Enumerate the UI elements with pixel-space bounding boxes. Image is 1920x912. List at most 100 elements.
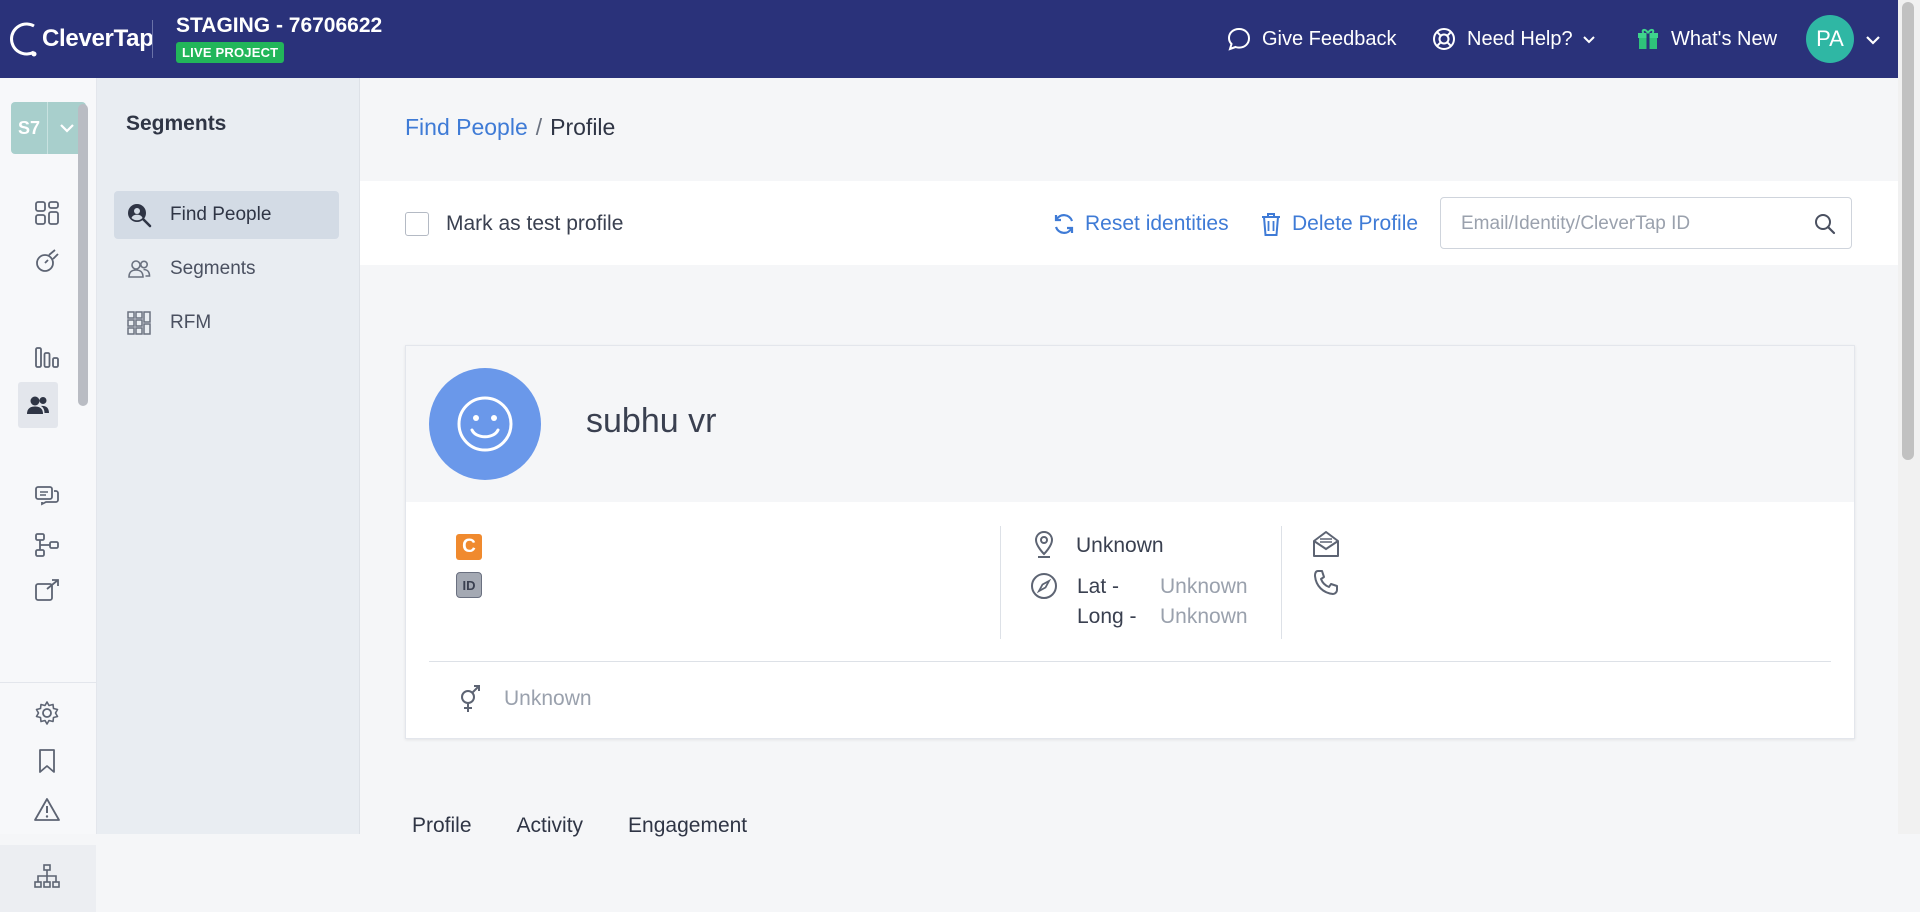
clevertap-id-badge: C (456, 534, 482, 560)
sidebar-item-label: Segments (170, 258, 256, 279)
workspace-switcher[interactable]: S7 (11, 102, 86, 154)
location-value: Unknown (1076, 534, 1164, 557)
chevron-down-icon (60, 124, 74, 133)
longitude-value: Unknown (1160, 605, 1248, 628)
profile-tabs: Profile Activity Engagement (412, 814, 792, 838)
profile-search-box (1440, 197, 1852, 249)
rail-integrations[interactable] (30, 244, 64, 278)
page-scrollbar-thumb[interactable] (1902, 2, 1914, 460)
rail-analytics[interactable] (30, 339, 64, 373)
tab-engagement[interactable]: Engagement (628, 814, 747, 838)
longitude-label: Long - (1077, 605, 1137, 628)
warning-triangle-icon (34, 798, 60, 821)
bar-chart-icon (35, 347, 59, 368)
rail-org-structure[interactable] (30, 859, 64, 893)
campaign-icon (35, 579, 59, 601)
smiley-face-icon (457, 396, 513, 452)
rail-divider (0, 682, 96, 683)
give-feedback-link[interactable]: Give Feedback (1226, 24, 1397, 54)
email-icon (1313, 531, 1339, 557)
column-divider (1000, 526, 1001, 639)
workspace-code: S7 (17, 117, 41, 138)
user-avatar[interactable]: PA (1806, 15, 1854, 63)
column-divider (1281, 526, 1282, 639)
gender-icon (461, 685, 480, 712)
sidebar-title: Segments (126, 112, 227, 135)
gender-value: Unknown (504, 687, 592, 710)
lifebuoy-icon (1433, 28, 1455, 50)
sidebar-item-find-people[interactable]: Find People (114, 191, 339, 239)
rail-bookmarks[interactable] (30, 744, 64, 778)
latitude-value: Unknown (1160, 575, 1248, 598)
latitude-label: Lat - (1077, 575, 1120, 598)
gift-icon (1638, 29, 1658, 49)
delete-profile-button[interactable]: Delete Profile (1258, 209, 1418, 239)
clevertap-logo[interactable]: CleverTap (10, 18, 154, 60)
phone-icon (1314, 570, 1338, 595)
location-pin-icon (1034, 530, 1054, 558)
clevertap-logo-icon (10, 22, 37, 57)
profile-toolbar: Mark as test profile Reset identities De… (360, 181, 1898, 265)
rail-campaigns[interactable] (30, 574, 64, 608)
breadcrumb-current: Profile (550, 114, 616, 140)
segments-sidebar: Segments Find People Segments RFM (97, 78, 360, 834)
rfm-grid-icon (127, 311, 151, 335)
profile-name: subhu vr (586, 402, 717, 440)
tab-activity[interactable]: Activity (517, 814, 584, 838)
people-icon (27, 396, 49, 414)
logo-text: CleverTap (42, 25, 154, 52)
profile-avatar (429, 368, 541, 480)
profile-card-header: subhu vr (406, 346, 1854, 502)
refresh-icon (1054, 214, 1074, 234)
plug-icon (36, 249, 59, 272)
need-help-menu[interactable]: Need Help? (1431, 24, 1597, 54)
rail-journeys[interactable] (30, 528, 64, 562)
trash-icon (1262, 213, 1280, 236)
find-people-icon (128, 204, 152, 228)
sidebar-item-label: RFM (170, 312, 212, 333)
profile-card-divider (429, 661, 1831, 662)
compass-icon (1031, 573, 1057, 599)
identity-badge: ID (456, 572, 482, 598)
delete-profile-label: Delete Profile (1292, 212, 1419, 235)
top-bar: CleverTap STAGING - 76706622 LIVE PROJEC… (0, 0, 1898, 78)
messages-icon (35, 486, 59, 506)
gear-icon (35, 701, 59, 725)
rail-alerts[interactable] (30, 793, 64, 827)
rail-segments[interactable] (18, 382, 58, 428)
chevron-down-icon (1582, 36, 1595, 44)
mark-test-profile-label[interactable]: Mark as test profile (446, 212, 623, 236)
need-help-label: Need Help? (1467, 27, 1573, 50)
main-content: Find People / Profile Mark as test profile… (360, 78, 1898, 837)
user-menu-chevron-icon[interactable] (1864, 31, 1882, 49)
profile-card: subhu vr C ID Unknown Lat - Unknown Long… (405, 345, 1855, 739)
give-feedback-label: Give Feedback (1262, 27, 1397, 50)
project-name[interactable]: STAGING - 76706622 (176, 14, 382, 38)
live-project-badge: LIVE PROJECT (176, 42, 285, 63)
sidebar-item-label: Find People (170, 204, 272, 225)
whats-new-link[interactable]: What's New (1635, 24, 1777, 54)
sidebar-item-rfm[interactable]: RFM (114, 299, 339, 347)
rail-dashboards[interactable] (30, 196, 64, 230)
chat-bubble-icon (1227, 27, 1251, 51)
sidebar-item-segments[interactable]: Segments (114, 245, 339, 293)
tab-profile[interactable]: Profile (412, 814, 472, 838)
dashboard-icon (35, 201, 59, 225)
reset-identities-button[interactable]: Reset identities (1051, 209, 1229, 239)
org-chart-icon (34, 864, 60, 888)
journey-flow-icon (35, 533, 59, 557)
logo-divider (152, 20, 153, 58)
rail-messages[interactable] (30, 480, 64, 514)
rail-scrollbar-thumb[interactable] (78, 104, 88, 406)
breadcrumb-find-people-link[interactable]: Find People (405, 114, 528, 140)
bookmark-icon (39, 749, 55, 773)
reset-identities-label: Reset identities (1085, 212, 1229, 235)
profile-search-input[interactable] (1459, 210, 1803, 238)
rail-settings[interactable] (30, 696, 64, 730)
search-icon[interactable] (1813, 212, 1837, 236)
mark-test-profile-checkbox[interactable] (405, 212, 429, 236)
segments-icon (128, 260, 151, 278)
breadcrumb: Find People / Profile (405, 114, 615, 141)
whats-new-label: What's New (1671, 27, 1778, 50)
breadcrumb-separator: / (535, 114, 543, 140)
